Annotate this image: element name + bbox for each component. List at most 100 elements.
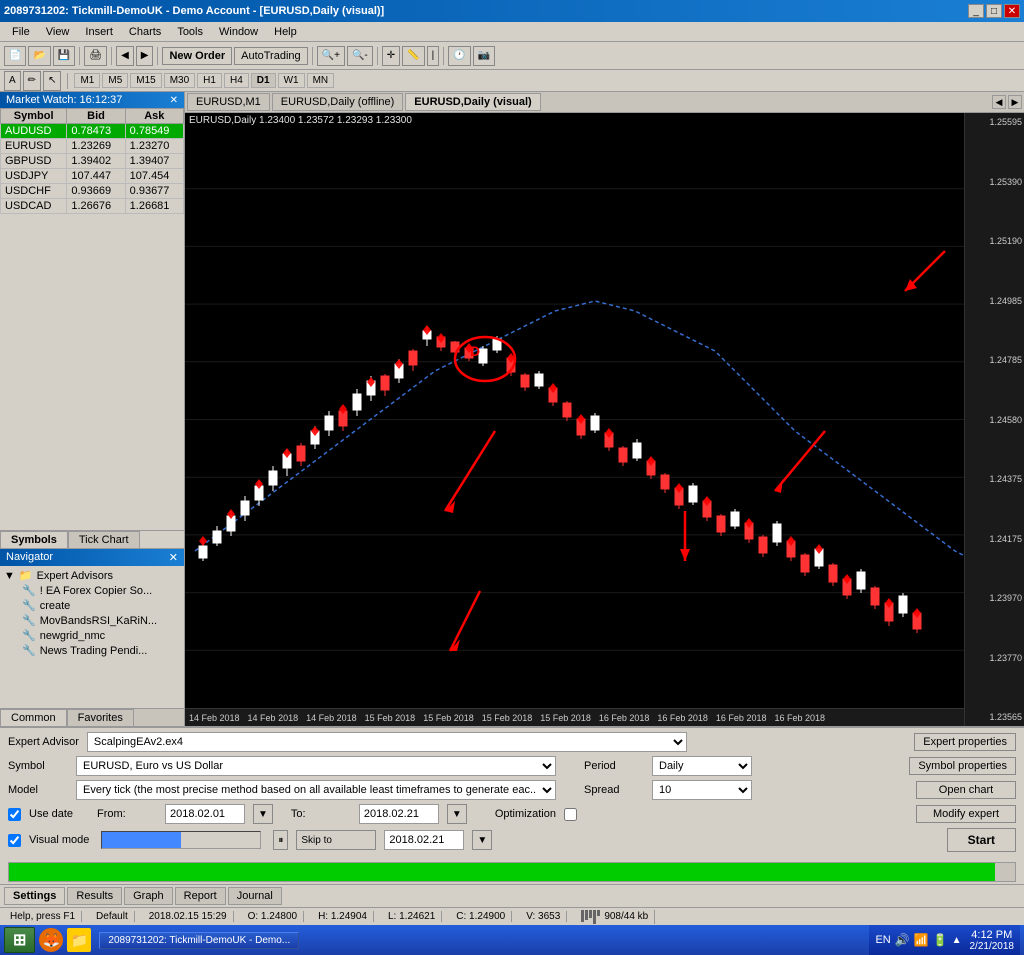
chart-nav-next[interactable]: ▶ — [1008, 95, 1022, 109]
toolbar-forward-button[interactable]: ▶ — [136, 46, 154, 66]
st-model-select[interactable]: Every tick (the most precise method base… — [76, 780, 556, 800]
toolbar-new-button[interactable]: 📄 — [4, 46, 26, 66]
st-skip-calendar[interactable]: ▼ — [472, 830, 492, 850]
tf-m5[interactable]: M5 — [102, 73, 128, 88]
st-spread-select[interactable]: 10 — [652, 780, 752, 800]
chart-tab-eurusd-m1[interactable]: EURUSD,M1 — [187, 93, 270, 111]
nav-item-ea4[interactable]: 🔧 newgrid_nmc — [2, 628, 182, 643]
taskbar-app-mt4[interactable]: 2089731202: Tickmill-DemoUK - Demo... — [99, 932, 299, 949]
market-watch-close[interactable]: ✕ — [170, 95, 178, 106]
taskbar-icon-file[interactable]: 📁 — [67, 928, 91, 952]
mw-symbol: USDJPY — [1, 169, 67, 184]
line-button[interactable]: 📏 — [402, 46, 424, 66]
zoom-out-button[interactable]: 🔍- — [347, 46, 373, 66]
maximize-button[interactable]: □ — [986, 4, 1002, 18]
market-watch-row[interactable]: GBPUSD 1.39402 1.39407 — [1, 154, 184, 169]
menu-view[interactable]: View — [38, 24, 78, 40]
text-tool-button[interactable]: A — [4, 71, 21, 91]
st-skip-to-input[interactable] — [384, 830, 464, 850]
navigator-close[interactable]: ✕ — [169, 551, 178, 564]
market-watch-row[interactable]: AUDUSD 0.78473 0.78549 — [1, 124, 184, 139]
chart-canvas[interactable]: EURUSD,Daily 1.23400 1.23572 1.23293 1.2… — [185, 113, 1024, 726]
toolbar-sep1 — [79, 47, 80, 65]
taskbar-arrow-up[interactable]: ▲ — [952, 935, 962, 946]
settings-tab-journal[interactable]: Journal — [228, 887, 282, 905]
settings-tab-results[interactable]: Results — [67, 887, 122, 905]
chart-tab-eurusd-daily-visual[interactable]: EURUSD,Daily (visual) — [405, 93, 540, 111]
market-watch-row[interactable]: EURUSD 1.23269 1.23270 — [1, 139, 184, 154]
close-button[interactable]: ✕ — [1004, 4, 1020, 18]
market-watch-row[interactable]: USDJPY 107.447 107.454 — [1, 169, 184, 184]
crosshair-button[interactable]: ✛ — [382, 46, 400, 66]
market-watch-title: Market Watch: 16:12:37 — [6, 94, 122, 106]
st-modify-expert-btn[interactable]: Modify expert — [916, 805, 1016, 823]
tf-w1[interactable]: W1 — [278, 73, 305, 88]
tf-d1[interactable]: D1 — [251, 73, 276, 88]
minimize-button[interactable]: _ — [968, 4, 984, 18]
settings-tab-settings[interactable]: Settings — [4, 887, 65, 905]
col-bid: Bid — [67, 109, 125, 124]
tf-h1[interactable]: H1 — [197, 73, 222, 88]
menu-file[interactable]: File — [4, 24, 38, 40]
cursor-tool-button[interactable]: ↖ — [43, 71, 61, 91]
st-use-date-check[interactable] — [8, 808, 21, 821]
navigator: Navigator ✕ ▼ 📁 Expert Advisors 🔧 ! EA F… — [0, 548, 184, 708]
tab-tick-chart[interactable]: Tick Chart — [68, 531, 140, 548]
nav-item-ea3[interactable]: 🔧 MovBandsRSI_KaRiN... — [2, 613, 182, 628]
menu-tools[interactable]: Tools — [169, 24, 211, 40]
draw-tool-button[interactable]: ✏ — [23, 71, 41, 91]
toolbar-print-button[interactable]: 🖨 — [84, 46, 107, 66]
menu-window[interactable]: Window — [211, 24, 266, 40]
st-open-chart-btn[interactable]: Open chart — [916, 781, 1016, 799]
tf-mn[interactable]: MN — [307, 73, 335, 88]
settings-tab-report[interactable]: Report — [175, 887, 226, 905]
chart-tab-eurusd-daily-offline[interactable]: EURUSD,Daily (offline) — [272, 93, 404, 111]
zoom-in-button[interactable]: 🔍+ — [317, 46, 345, 66]
st-to-input[interactable] — [359, 804, 439, 824]
st-optimization-check[interactable] — [564, 808, 577, 821]
nav-item-ea2[interactable]: 🔧 create — [2, 598, 182, 613]
time-button[interactable]: 🕐 — [448, 46, 470, 66]
start-button[interactable]: ⊞ — [4, 927, 35, 953]
tf-m30[interactable]: M30 — [164, 73, 195, 88]
st-to-calendar[interactable]: ▼ — [447, 804, 467, 824]
nav-item-ea1[interactable]: 🔧 ! EA Forex Copier So... — [2, 583, 182, 598]
toolbar-nav-button[interactable]: ◀ — [116, 46, 134, 66]
screenshot-button[interactable]: 📷 — [473, 46, 495, 66]
menu-charts[interactable]: Charts — [121, 24, 169, 40]
auto-trading-button[interactable]: AutoTrading — [234, 47, 308, 65]
st-period-select[interactable]: Daily — [652, 756, 752, 776]
toolbar-save-button[interactable]: 💾 — [53, 46, 75, 66]
menu-insert[interactable]: Insert — [77, 24, 121, 40]
nav-item-ea[interactable]: ▼ 📁 Expert Advisors — [2, 568, 182, 583]
st-start-btn[interactable]: Start — [947, 828, 1016, 852]
st-from-input[interactable] — [165, 804, 245, 824]
market-watch-row[interactable]: USDCAD 1.26676 1.26681 — [1, 199, 184, 214]
tab-favorites[interactable]: Favorites — [67, 709, 134, 726]
st-symbol-select[interactable]: EURUSD, Euro vs US Dollar — [76, 756, 556, 776]
menu-help[interactable]: Help — [266, 24, 305, 40]
mw-symbol: GBPUSD — [1, 154, 67, 169]
nav-item-ea5[interactable]: 🔧 News Trading Pendi... — [2, 643, 182, 658]
st-skip-to-btn[interactable]: Skip to — [296, 830, 376, 850]
period-sep-button[interactable]: | — [427, 46, 440, 66]
st-expert-props-btn[interactable]: Expert properties — [914, 733, 1016, 751]
st-symbol-props-btn[interactable]: Symbol properties — [909, 757, 1016, 775]
tab-common[interactable]: Common — [0, 709, 67, 726]
st-from-calendar[interactable]: ▼ — [253, 804, 273, 824]
st-visual-mode-check[interactable] — [8, 834, 21, 847]
new-order-button[interactable]: New Order — [162, 47, 232, 65]
tf-h4[interactable]: H4 — [224, 73, 249, 88]
tf-m1[interactable]: M1 — [74, 73, 100, 88]
settings-tab-graph[interactable]: Graph — [124, 887, 173, 905]
tf-m15[interactable]: M15 — [130, 73, 161, 88]
st-to-label: To: — [291, 808, 351, 820]
chart-nav-prev[interactable]: ◀ — [992, 95, 1006, 109]
tab-symbols[interactable]: Symbols — [0, 531, 68, 548]
st-ea-select[interactable]: ScalpingEAv2.ex4 — [87, 732, 687, 752]
st-pause-btn[interactable]: ⏸ — [273, 830, 288, 850]
col-ask: Ask — [125, 109, 183, 124]
market-watch-row[interactable]: USDCHF 0.93669 0.93677 — [1, 184, 184, 199]
toolbar-open-button[interactable]: 📂 — [28, 46, 50, 66]
taskbar-icon-browser[interactable]: 🦊 — [39, 928, 63, 952]
